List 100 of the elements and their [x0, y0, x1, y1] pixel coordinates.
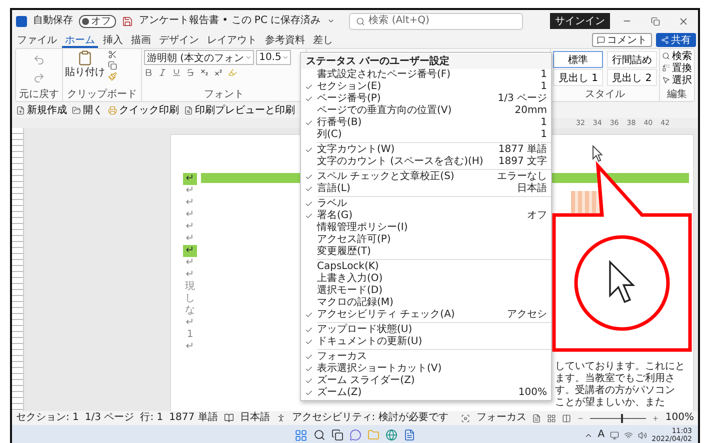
quick-access-button[interactable]: 印刷プレビューと印刷 [184, 103, 295, 117]
paragraph-mark: な [184, 305, 196, 317]
menu-item[interactable]: 言語(L) 日本語 [301, 183, 551, 195]
style-option[interactable]: 見出し 2 [607, 69, 657, 86]
menu-item[interactable]: 変更履歴(T) [301, 246, 551, 258]
start-button[interactable] [294, 428, 308, 442]
menu-title: ステータス バーのユーザー設定 [301, 54, 551, 69]
comment-button[interactable]: コメント [592, 33, 652, 47]
save-icon [122, 16, 133, 26]
group-label: 元に戻す [18, 89, 60, 101]
document-text-line: していております。これにと [555, 361, 686, 372]
format-painter-icon [108, 72, 117, 81]
paragraph-mark: し [184, 293, 196, 305]
status-item: 行: 1 [140, 412, 164, 424]
style-option[interactable]: 行間詰め [607, 51, 657, 68]
paragraph-mark: ↵ [184, 209, 196, 221]
paragraph-mark: 1 [186, 329, 194, 341]
ribbon-tab[interactable]: ファイル [14, 32, 60, 48]
menu-item[interactable]: ラベル [301, 198, 551, 210]
style-option[interactable]: 標準 [553, 51, 603, 68]
subscript-icon [200, 68, 209, 77]
paragraph-mark: ↵ [183, 173, 197, 185]
ribbon-tab[interactable]: 描画 [128, 32, 154, 48]
focus-icon [461, 414, 470, 422]
zoom-thumb[interactable] [621, 414, 624, 422]
menu-item[interactable]: 列(C) 1 [301, 129, 551, 141]
menu-item[interactable]: 情報管理ポリシー(I) [301, 222, 551, 234]
menu-item[interactable]: 書式設定されたページ番号(F) 1 [301, 69, 551, 81]
ribbon-tab[interactable]: 挿入 [100, 32, 126, 48]
editing-button[interactable]: 選択 [662, 74, 692, 86]
strikethrough-icon [186, 68, 195, 77]
editing-button[interactable]: 検索 [662, 50, 692, 62]
web-layout-icon [562, 414, 572, 422]
menu-item[interactable]: マクロの記録(M) [301, 297, 551, 309]
language-status: 日本語 [240, 412, 270, 424]
start-icon [294, 428, 308, 442]
style-option[interactable]: 見出し 1 [553, 69, 603, 86]
font-name-dropdown[interactable]: 游明朝 (本文のフォン [144, 50, 254, 65]
chevron-down-icon [282, 54, 290, 61]
quick-access-button[interactable]: 新規作成 [16, 103, 67, 117]
menu-item[interactable]: アクセス許可(P) [301, 234, 551, 246]
font-size-dropdown[interactable]: 10.5 [256, 50, 292, 65]
menu-item[interactable]: ページでの垂直方向の位置(V) 20mm [301, 105, 551, 117]
editing-button[interactable]: 置換 [662, 62, 692, 74]
ribbon-tab[interactable]: 差し [310, 32, 336, 48]
menu-item[interactable]: ズーム スライダー(Z) [301, 375, 551, 387]
menu-item[interactable]: スペル チェックと文章校正(S) エラーなし [301, 171, 551, 183]
menu-item[interactable]: アクセシビリティ チェック(A) アクセシ [301, 309, 551, 321]
search-icon [662, 52, 670, 60]
share-icon [661, 36, 669, 44]
quick-access-button[interactable]: クイック印刷 [108, 103, 179, 117]
menu-item[interactable]: ズーム(Z) 100% [301, 387, 551, 399]
menu-item[interactable]: CapsLock(K) [301, 261, 551, 273]
menu-item[interactable]: ドキュメントの更新(U) [301, 336, 551, 348]
document-title: アンケート報告書 • この PC に保存済み [139, 15, 321, 27]
search-button[interactable] [314, 429, 326, 441]
print-preview-icon [184, 106, 193, 114]
chat-icon [350, 429, 362, 441]
menu-item[interactable]: フォーカス [301, 351, 551, 363]
menu-item[interactable]: 文字カウント(W) 1877 単語 [301, 144, 551, 156]
chat-button[interactable] [350, 429, 362, 441]
cursor-icon [592, 144, 603, 162]
group-label: フォント [203, 89, 245, 101]
paste-label: 貼り付け [65, 67, 105, 79]
menu-item[interactable]: 選択モード(D) [301, 285, 551, 297]
task-view-button[interactable] [332, 429, 344, 441]
status-item: 1877 単語 [169, 412, 218, 424]
chevron-down-icon [326, 17, 335, 25]
browser-button[interactable] [386, 429, 398, 441]
menu-item[interactable]: 文字のカウント (スペースを含む)(H) 1897 文字 [301, 156, 551, 168]
wifi-icon [624, 430, 633, 440]
autosave-toggle[interactable]: オフ [79, 14, 116, 28]
accessibility-status: アクセシビリティ: 検討が必要です [292, 412, 448, 424]
printer-icon [108, 106, 117, 114]
paragraph-mark: ↵ [184, 233, 196, 245]
ime-indicator: A [598, 429, 605, 441]
menu-item[interactable]: 上書き入力(O) [301, 273, 551, 285]
ribbon-tab[interactable]: デザイン [156, 32, 202, 48]
paragraph-mark: ↵ [184, 197, 196, 209]
menu-item[interactable]: 署名(G) オフ [301, 210, 551, 222]
share-button[interactable]: 共有 [656, 33, 696, 47]
menu-item[interactable]: 表示選択ショートカット(V) [301, 363, 551, 375]
search-field[interactable]: 検索 (Alt+Q) [348, 12, 523, 30]
new-document-icon [16, 106, 25, 114]
menu-item[interactable]: セクション(E) 1 [301, 81, 551, 93]
ribbon-tab[interactable]: レイアウト [204, 32, 260, 48]
accessibility-icon [276, 413, 286, 423]
ribbon-tab[interactable]: 参考資料 [262, 32, 308, 48]
menu-item[interactable]: 行番号(B) 1 [301, 117, 551, 129]
close-icon [678, 16, 688, 26]
status-item: セクション: 1 [16, 412, 79, 424]
paragraph-mark: ↵ [183, 245, 197, 257]
quick-access-button[interactable]: 開く [72, 103, 103, 117]
word-taskbar-button[interactable] [404, 429, 416, 441]
italic-icon [158, 68, 167, 77]
sign-in-button[interactable]: サインイン [550, 13, 610, 29]
menu-item[interactable]: ページ番号(P) 1/3 ページ [301, 93, 551, 105]
paragraph-mark: ↵ [184, 257, 196, 269]
copy-icon [108, 61, 117, 70]
menu-item[interactable]: アップロード状態(U) [301, 324, 551, 336]
